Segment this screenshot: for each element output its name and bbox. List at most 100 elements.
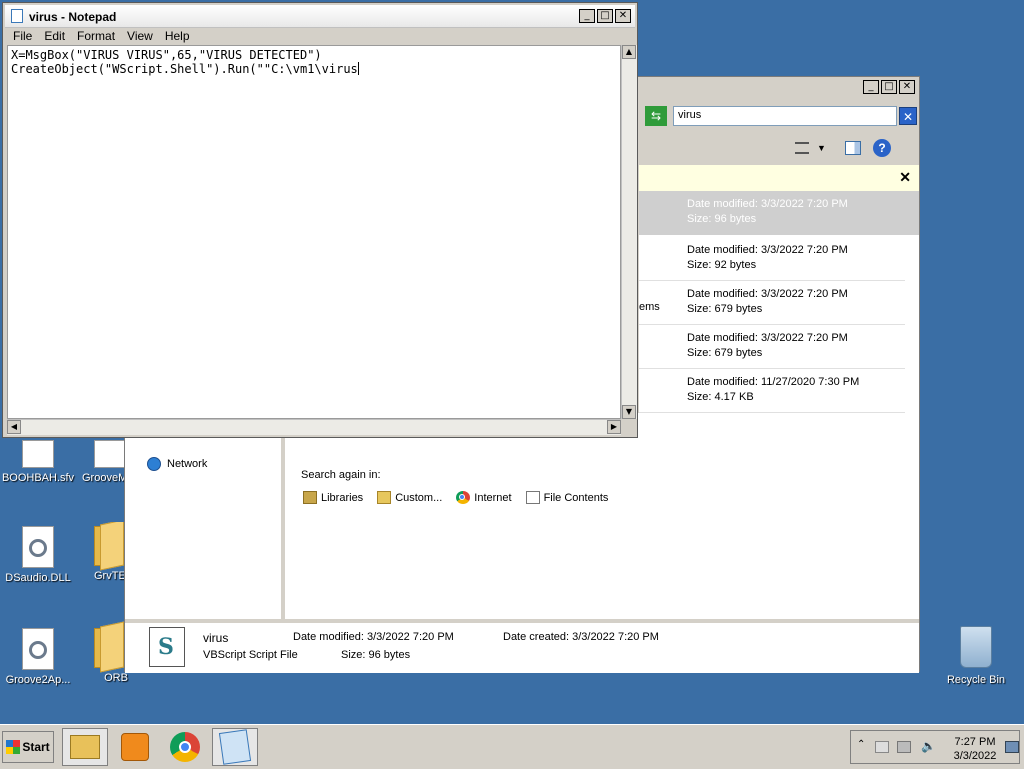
menu-view[interactable]: View: [127, 29, 153, 43]
explorer-toolbar: ▼ ?: [639, 133, 919, 165]
desktop-icon-label: ORB: [104, 672, 128, 684]
search-input[interactable]: virus: [673, 106, 897, 126]
desktop-icon-groove2ap[interactable]: Groove2Ap...: [0, 628, 76, 686]
result-size: Size: 96 bytes: [687, 213, 757, 225]
gear-file-icon: [94, 440, 124, 468]
chrome-icon: [456, 491, 471, 504]
window-title: virus - Notepad: [29, 10, 117, 24]
search-again-item-label: Custom...: [395, 491, 443, 504]
notepad-icon: [11, 9, 23, 23]
clock-date: 3/3/2022: [953, 750, 997, 762]
nav-item-label: Network: [167, 458, 208, 470]
chrome-icon: [170, 732, 200, 762]
action-center-icon[interactable]: [875, 741, 889, 753]
result-modified: Date modified: 3/3/2022 7:20 PM: [687, 198, 848, 210]
desktop-icon-dsaudio[interactable]: DSaudio.DLL: [0, 526, 76, 584]
search-again-label: Search again in:: [301, 469, 381, 481]
menu-edit[interactable]: Edit: [44, 29, 65, 43]
nav-item-network[interactable]: Network: [147, 457, 207, 471]
scroll-right-button[interactable]: ▶: [607, 420, 621, 434]
taskbar-chrome[interactable]: [162, 728, 208, 766]
chevron-up-icon[interactable]: ⌃: [857, 739, 865, 750]
result-size: Size: 92 bytes: [687, 259, 757, 271]
scroll-down-button[interactable]: ▼: [622, 405, 636, 419]
taskbar-notepad[interactable]: [212, 728, 258, 766]
gear-file-icon: [22, 628, 54, 670]
vertical-scrollbar[interactable]: ▲ ▼: [621, 45, 637, 419]
result-size: Size: 679 bytes: [687, 347, 763, 359]
result-modified: Date modified: 3/3/2022 7:20 PM: [687, 244, 848, 256]
preview-pane-icon[interactable]: [845, 141, 861, 155]
details-date-modified: Date modified: 3/3/2022 7:20 PM: [293, 631, 454, 643]
clear-search-button[interactable]: ✕: [899, 107, 917, 125]
menu-format[interactable]: Format: [77, 29, 115, 43]
help-icon[interactable]: ?: [873, 139, 891, 157]
result-modified: Date modified: 3/3/2022 7:20 PM: [687, 332, 848, 344]
gear-file-icon: [22, 526, 54, 568]
network-icon: [147, 457, 161, 471]
view-options-icon[interactable]: [795, 142, 809, 154]
search-results-list: Date modified: 3/3/2022 7:20 PM Size: 96…: [639, 191, 919, 413]
text-line-with-caret: CreateObject("WScript.Shell").Run(""C:\v…: [11, 62, 617, 76]
menu-bar: File Edit Format View Help: [5, 27, 635, 45]
list-item[interactable]: Date modified: 11/27/2020 7:30 PM Size: …: [639, 369, 919, 413]
maximize-button[interactable]: □: [881, 80, 897, 94]
search-again-item-label: Internet: [474, 491, 512, 504]
details-file-name: virus: [203, 631, 229, 645]
media-player-icon: [121, 733, 149, 761]
list-item[interactable]: Date modified: 3/3/2022 7:20 PM Size: 92…: [639, 237, 919, 281]
info-bar: ✕: [639, 165, 919, 191]
text-line: CreateObject("WScript.Shell").Run(""C:\v…: [11, 62, 358, 76]
volume-icon[interactable]: 🔈: [921, 739, 936, 753]
taskbar-media-player[interactable]: [112, 728, 158, 766]
minimize-button[interactable]: _: [579, 9, 595, 23]
chevron-down-icon[interactable]: ▼: [817, 143, 826, 153]
desktop-icon-boohbah[interactable]: BOOHBAH.sfv: [0, 440, 76, 484]
maximize-button[interactable]: □: [597, 9, 613, 23]
scroll-up-button[interactable]: ▲: [622, 45, 636, 59]
refresh-arrow-icon[interactable]: ⇆: [645, 106, 667, 126]
scroll-left-button[interactable]: ◀: [7, 420, 21, 434]
start-button[interactable]: Start: [2, 731, 54, 763]
explorer-window-controls: _ □ ✕: [863, 80, 915, 94]
text-line: X=MsgBox("VIRUS VIRUS",65,"VIRUS DETECTE…: [11, 48, 322, 62]
close-icon[interactable]: ✕: [899, 169, 911, 186]
start-label: Start: [22, 740, 50, 754]
folder-icon: [94, 621, 124, 673]
minimize-button[interactable]: _: [863, 80, 879, 94]
text-caret: [357, 62, 359, 75]
search-again-file-contents[interactable]: File Contents: [525, 491, 608, 504]
clock[interactable]: 7:27 PM 3/3/2022: [947, 735, 1003, 763]
notepad-titlebar[interactable]: virus - Notepad _ □ ✕: [5, 5, 635, 28]
result-size: Size: 679 bytes: [687, 303, 763, 315]
close-button[interactable]: ✕: [899, 80, 915, 94]
navigation-pane: Network: [125, 413, 283, 619]
vbscript-file-icon: [149, 627, 185, 667]
taskbar: Start ⌃ 🔈 7:27 PM 3/3/2022: [0, 724, 1024, 769]
desktop-icon-label: BOOHBAH.sfv: [1, 472, 75, 484]
list-item[interactable]: Date modified: 3/3/2022 7:20 PM Size: 67…: [639, 325, 919, 369]
result-size: Size: 4.17 KB: [687, 391, 754, 403]
list-item[interactable]: ems Date modified: 3/3/2022 7:20 PM Size…: [639, 281, 919, 325]
resize-grip[interactable]: [621, 419, 637, 435]
desktop-icon-groovem[interactable]: GrooveM: [76, 440, 124, 484]
show-desktop-icon[interactable]: [1005, 741, 1019, 753]
taskbar-explorer[interactable]: [62, 728, 108, 766]
desktop-icon-label: DSaudio.DLL: [5, 572, 71, 584]
search-again-custom[interactable]: Custom...: [377, 491, 442, 504]
menu-help[interactable]: Help: [165, 29, 190, 43]
desktop-icon-grvte[interactable]: GrvTE: [88, 522, 124, 582]
search-again-internet[interactable]: Internet: [456, 491, 512, 504]
search-again-libraries[interactable]: Libraries: [303, 491, 363, 504]
network-status-icon[interactable]: [897, 741, 911, 753]
result-modified: Date modified: 3/3/2022 7:20 PM: [687, 288, 848, 300]
details-size: Size: 96 bytes: [341, 649, 411, 661]
desktop-icon-recycle-bin[interactable]: Recycle Bin: [946, 626, 1006, 686]
notepad-icon: [218, 729, 252, 765]
desktop-icon-label: Recycle Bin: [946, 674, 1006, 686]
list-item[interactable]: Date modified: 3/3/2022 7:20 PM Size: 96…: [639, 191, 919, 235]
text-editor[interactable]: X=MsgBox("VIRUS VIRUS",65,"VIRUS DETECTE…: [7, 45, 621, 419]
horizontal-scrollbar[interactable]: ◀ ▶: [7, 419, 621, 435]
menu-file[interactable]: File: [13, 29, 32, 43]
close-button[interactable]: ✕: [615, 9, 631, 23]
